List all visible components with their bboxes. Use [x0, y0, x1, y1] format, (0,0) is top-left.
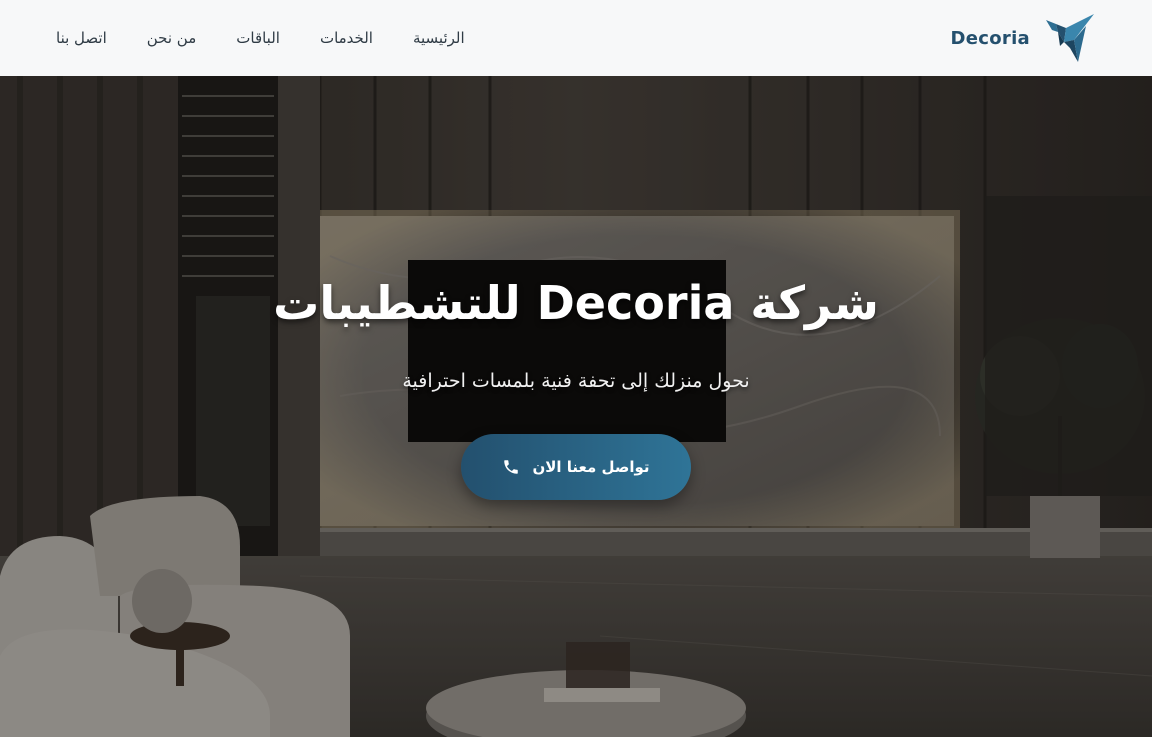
nav-link-about[interactable]: من نحن — [147, 29, 197, 47]
hero-section: شركة Decoria للتشطيبات نحول منزلك إلى تح… — [0, 76, 1152, 737]
hero-title: شركة Decoria للتشطيبات — [273, 276, 879, 330]
origami-bird-logo-icon — [1046, 14, 1094, 62]
hero-subtitle: نحول منزلك إلى تحفة فنية بلمسات احترافية — [402, 370, 750, 392]
nav-item: الرئيسية — [413, 29, 465, 47]
nav-item: الخدمات — [320, 29, 413, 47]
nav-item: الباقات — [236, 29, 320, 47]
main-nav: اتصل بنا من نحن الباقات الخدمات الرئيسية — [56, 29, 465, 47]
contact-us-button-label: تواصل معنا الان — [532, 458, 650, 476]
nav-item: اتصل بنا — [56, 29, 147, 47]
hero-content: شركة Decoria للتشطيبات نحول منزلك إلى تح… — [0, 276, 1152, 500]
brand-home-link[interactable]: Decoria — [951, 12, 1096, 64]
brand-name: Decoria — [950, 27, 1030, 49]
nav-link-services[interactable]: الخدمات — [320, 29, 373, 47]
nav-link-packages[interactable]: الباقات — [236, 29, 280, 47]
nav-link-home[interactable]: الرئيسية — [413, 29, 465, 47]
phone-icon — [504, 460, 519, 474]
contact-us-button[interactable]: تواصل معنا الان — [461, 434, 691, 500]
nav-item: من نحن — [147, 29, 237, 47]
nav-link-contact[interactable]: اتصل بنا — [56, 29, 107, 47]
top-navbar: اتصل بنا من نحن الباقات الخدمات الرئيسية… — [0, 0, 1152, 76]
